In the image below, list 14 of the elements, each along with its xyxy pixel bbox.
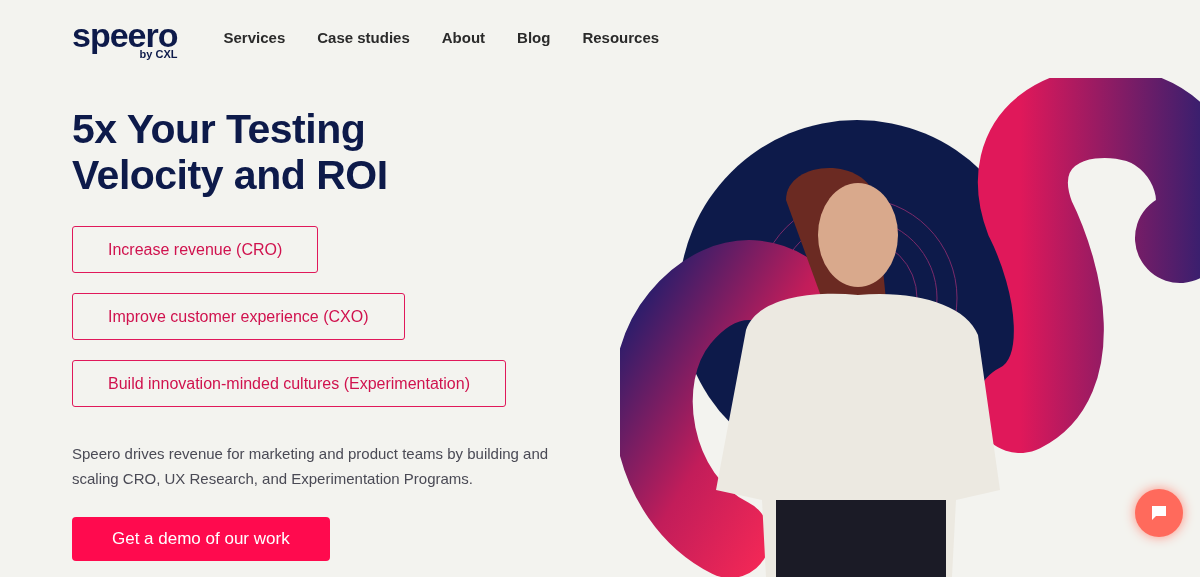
nav-link[interactable]: Blog bbox=[517, 26, 551, 50]
nav-link[interactable]: Services bbox=[223, 26, 286, 50]
logo-wordmark[interactable]: speero bbox=[72, 18, 178, 52]
demo-button[interactable]: Get a demo of our work bbox=[72, 517, 330, 561]
nav-link[interactable]: About bbox=[441, 26, 486, 50]
option-button[interactable]: Increase revenue (CRO) bbox=[72, 226, 319, 273]
option-button[interactable]: Build innovation-minded cultures (Experimentation) bbox=[72, 360, 506, 407]
hero-description: Speero drives revenue for marketing and product teams by building and scaling CRO, UX Research, and Experimentation Programs. bbox=[72, 444, 550, 489]
option-button[interactable]: Improve customer experience (CXO) bbox=[72, 293, 405, 340]
chat-bubble-icon bbox=[1150, 504, 1168, 522]
hero-heading: 5x Your Testing Velocity and ROI bbox=[72, 106, 389, 198]
nav-link[interactable]: Resources bbox=[582, 26, 660, 50]
nav-link[interactable]: Case studies bbox=[317, 26, 410, 50]
chat-button[interactable] bbox=[1135, 489, 1183, 537]
